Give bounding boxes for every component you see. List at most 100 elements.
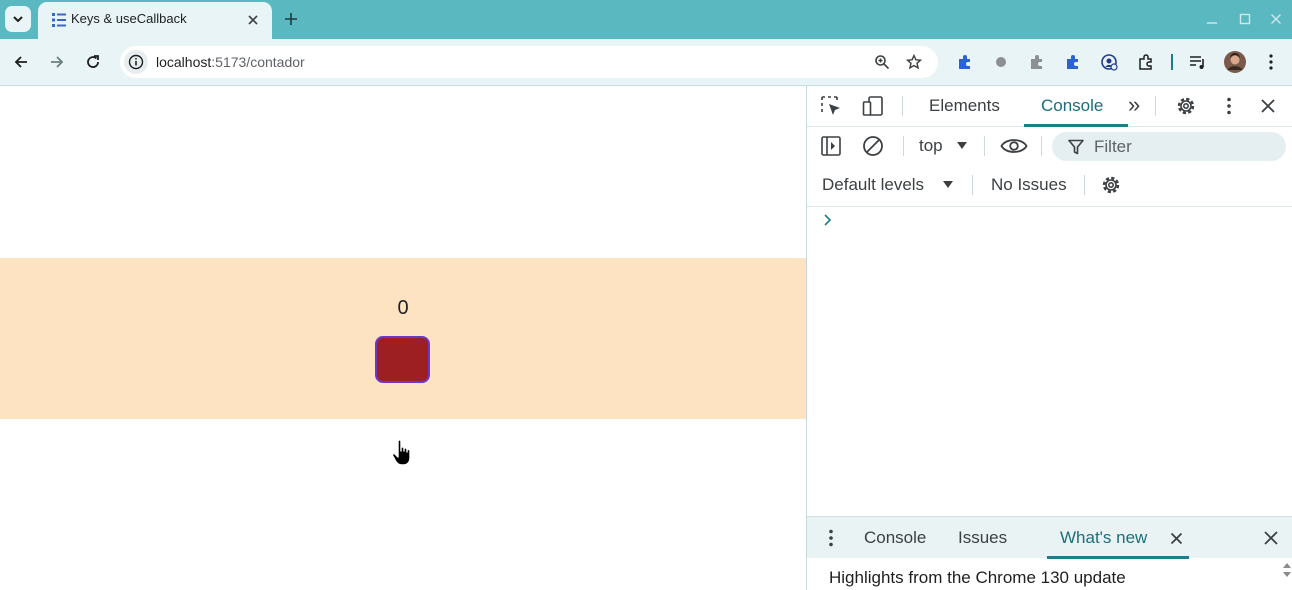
url-path: :5173/contador bbox=[211, 54, 305, 70]
media-control-button[interactable] bbox=[1186, 50, 1210, 74]
minimize-icon bbox=[1207, 22, 1217, 24]
close-icon bbox=[1261, 99, 1275, 113]
drawer-tab-whats-new[interactable]: What's new bbox=[1060, 528, 1147, 548]
caret-down-icon bbox=[957, 142, 967, 149]
devtools-settings-button[interactable] bbox=[1174, 94, 1198, 118]
checklist-favicon-icon bbox=[52, 13, 66, 27]
divider bbox=[902, 96, 903, 116]
counter-button[interactable] bbox=[375, 336, 430, 383]
close-whats-new-tab-button[interactable] bbox=[1164, 526, 1188, 550]
minimize-button[interactable] bbox=[1201, 8, 1223, 30]
hand-cursor-icon bbox=[391, 439, 411, 466]
sidebar-icon bbox=[821, 136, 841, 156]
extension-button-1[interactable] bbox=[953, 50, 977, 74]
reload-button[interactable] bbox=[81, 50, 105, 74]
device-toolbar-button[interactable] bbox=[861, 94, 885, 118]
close-icon bbox=[1271, 14, 1281, 24]
window-close-button[interactable] bbox=[1265, 8, 1287, 30]
devtools-panel: Elements Console » top Filter Default le… bbox=[806, 86, 1292, 590]
gear-icon bbox=[1102, 176, 1120, 194]
kebab-icon bbox=[1269, 54, 1273, 70]
tab-elements[interactable]: Elements bbox=[929, 96, 1000, 116]
console-toolbar: top Filter Default levels No Issues bbox=[807, 127, 1292, 207]
bookmark-button[interactable] bbox=[902, 50, 926, 74]
log-levels-dropdown[interactable]: Default levels bbox=[822, 175, 924, 195]
divider bbox=[1155, 96, 1156, 116]
divider bbox=[1041, 136, 1042, 156]
extension-button-4[interactable] bbox=[1061, 50, 1085, 74]
puzzle-icon bbox=[1031, 55, 1042, 69]
clear-icon bbox=[863, 136, 883, 156]
kebab-icon bbox=[829, 529, 833, 547]
new-tab-button[interactable] bbox=[279, 7, 303, 31]
site-info-button[interactable] bbox=[124, 50, 148, 74]
close-icon bbox=[1170, 532, 1182, 544]
zoom-icon bbox=[875, 55, 890, 70]
device-icon bbox=[862, 96, 883, 116]
arrow-left-icon bbox=[14, 56, 27, 68]
scroll-down-icon bbox=[1283, 572, 1291, 577]
star-icon bbox=[906, 54, 922, 70]
url-host: localhost bbox=[156, 54, 212, 70]
browser-menu-button[interactable] bbox=[1259, 50, 1283, 74]
maximize-button[interactable] bbox=[1234, 8, 1256, 30]
extension-button-3[interactable] bbox=[1025, 50, 1049, 74]
eye-icon bbox=[1000, 139, 1028, 153]
browser-toolbar: localhost:5173/contador bbox=[0, 39, 1292, 86]
tab-console[interactable]: Console bbox=[1041, 96, 1103, 116]
caret-down-icon bbox=[943, 181, 953, 188]
devtools-close-button[interactable] bbox=[1256, 94, 1280, 118]
puzzle-icon bbox=[1067, 55, 1078, 69]
console-output[interactable] bbox=[807, 207, 1292, 516]
chevron-right-icon bbox=[824, 214, 832, 226]
filter-input[interactable]: Filter bbox=[1052, 132, 1286, 161]
clear-console-button[interactable] bbox=[861, 134, 885, 158]
inspect-element-button[interactable] bbox=[819, 94, 843, 118]
extensions-menu-button[interactable] bbox=[1134, 50, 1158, 74]
url-text: localhost:5173/contador bbox=[156, 54, 305, 70]
info-icon bbox=[128, 54, 144, 70]
tab-close-button[interactable] bbox=[244, 11, 262, 29]
back-button[interactable] bbox=[9, 50, 33, 74]
forward-button[interactable] bbox=[45, 50, 69, 74]
profile-button[interactable] bbox=[1223, 50, 1247, 74]
gear-icon bbox=[1177, 97, 1195, 115]
maximize-icon bbox=[1239, 13, 1251, 25]
password-manager-icon bbox=[1101, 54, 1118, 71]
filter-placeholder: Filter bbox=[1094, 137, 1132, 156]
divider bbox=[984, 136, 985, 156]
counter-value: 0 bbox=[397, 297, 409, 319]
console-settings-button[interactable] bbox=[1099, 173, 1123, 197]
drawer-menu-button[interactable] bbox=[819, 526, 843, 550]
extension-button-2[interactable] bbox=[989, 50, 1013, 74]
divider bbox=[972, 175, 973, 195]
toolbar-divider bbox=[1171, 54, 1173, 70]
chevron-down-icon bbox=[13, 16, 23, 23]
divider bbox=[903, 136, 904, 156]
counter-section: 0 bbox=[0, 258, 806, 419]
drawer-tab-console[interactable]: Console bbox=[864, 528, 926, 548]
address-bar[interactable]: localhost:5173/contador bbox=[120, 46, 938, 78]
scrollbar[interactable] bbox=[1281, 560, 1292, 590]
drawer-tab-issues[interactable]: Issues bbox=[958, 528, 1007, 548]
drawer-close-button[interactable] bbox=[1259, 526, 1283, 550]
reload-icon bbox=[87, 55, 99, 68]
zoom-button[interactable] bbox=[870, 50, 894, 74]
arrow-right-icon bbox=[51, 56, 64, 68]
media-control-icon bbox=[1190, 56, 1204, 69]
live-expression-button[interactable] bbox=[999, 134, 1029, 158]
divider bbox=[1084, 175, 1085, 195]
tab-title: Keys & useCallback bbox=[71, 11, 187, 26]
browser-tab[interactable]: Keys & useCallback bbox=[38, 2, 272, 39]
devtools-menu-button[interactable] bbox=[1217, 94, 1241, 118]
active-tab-indicator bbox=[1047, 556, 1189, 559]
context-selector[interactable]: top bbox=[919, 136, 943, 156]
avatar bbox=[1224, 51, 1246, 73]
issues-counter[interactable]: No Issues bbox=[991, 175, 1067, 195]
dot-icon bbox=[996, 57, 1006, 67]
filter-icon bbox=[1068, 139, 1084, 155]
show-sidebar-button[interactable] bbox=[819, 134, 843, 158]
tab-search-button[interactable] bbox=[5, 6, 31, 32]
more-tabs-button[interactable]: » bbox=[1128, 92, 1140, 118]
password-manager-button[interactable] bbox=[1097, 50, 1121, 74]
